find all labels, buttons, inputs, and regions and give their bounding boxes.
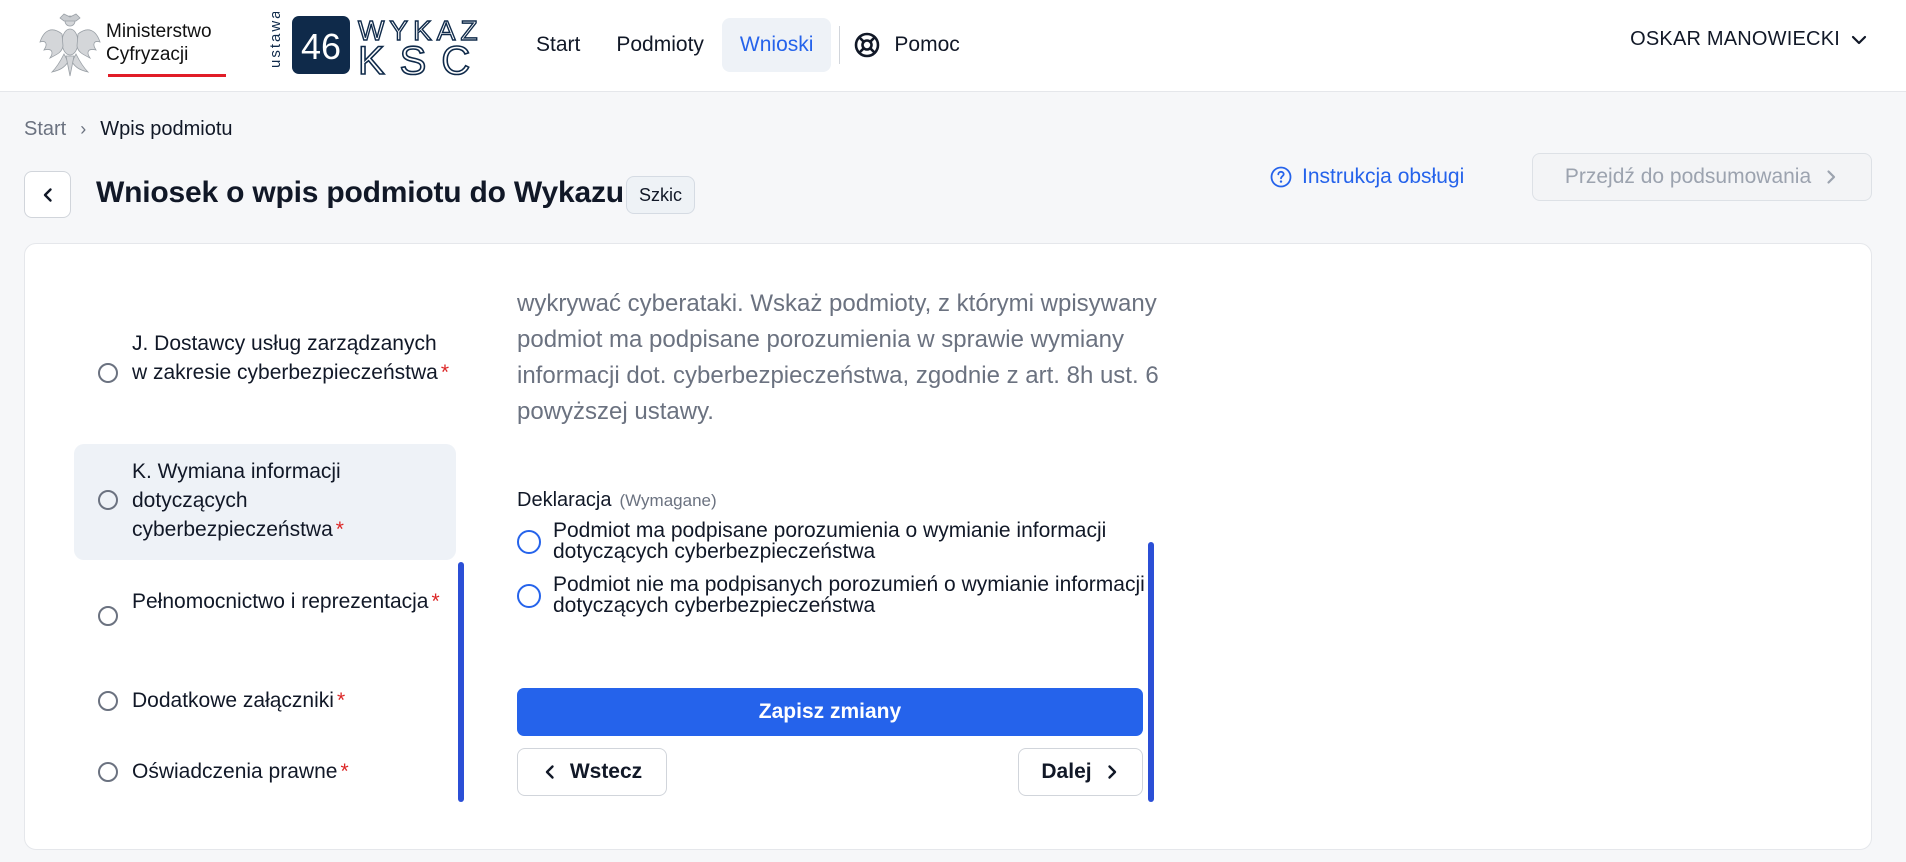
declaration-option-has-agreements[interactable]: Podmiot ma podpisane porozumienia o wymi… bbox=[517, 520, 1157, 562]
ministry-name-line2: Cyfryzacji bbox=[106, 44, 189, 65]
step-item-attachments[interactable]: Dodatkowe załączniki * bbox=[74, 686, 456, 716]
steps-scrollbar[interactable] bbox=[458, 562, 464, 802]
option-label: Podmiot ma podpisane porozumienia o wymi… bbox=[553, 519, 1107, 563]
step-item-k[interactable]: K. Wymiana informacji dotyczących cyberb… bbox=[74, 444, 456, 560]
step-status-radio bbox=[98, 490, 118, 510]
ksc-logo-vertical-text: ustawa bbox=[267, 12, 284, 68]
step-status-radio bbox=[98, 606, 118, 626]
step-status-radio bbox=[98, 691, 118, 711]
go-to-summary-button[interactable]: Przejdź do podsumowania bbox=[1532, 153, 1872, 201]
step-item-legal-statements[interactable]: Oświadczenia prawne * bbox=[74, 757, 456, 787]
step-label: Oświadczenia prawne * bbox=[132, 760, 349, 783]
chevron-left-icon bbox=[43, 187, 52, 202]
flag-stripe bbox=[108, 72, 226, 77]
breadcrumb: Start › Wpis podmiotu bbox=[24, 118, 233, 141]
chevron-down-icon bbox=[1851, 35, 1867, 44]
step-label: K. Wymiana informacji dotyczących cyberb… bbox=[132, 460, 344, 541]
wykaz-ksc-logo[interactable]: ustawa 46 WYKAZ KSC bbox=[264, 12, 504, 78]
lifebuoy-icon bbox=[855, 32, 880, 58]
instructions-link[interactable]: Instrukcja obsługi bbox=[1270, 162, 1464, 192]
ministry-logo[interactable]: Ministerstwo Cyfryzacji bbox=[38, 12, 228, 78]
ksc-logo-line2: KSC bbox=[358, 39, 485, 78]
step-status-radio bbox=[98, 762, 118, 782]
step-label: J. Dostawcy usług zarządzanych w zakresi… bbox=[132, 332, 449, 384]
nav-start[interactable]: Start bbox=[518, 18, 598, 72]
back-arrow-button[interactable] bbox=[24, 171, 71, 218]
step-item-power-of-attorney[interactable]: Pełnomocnictwo i reprezentacja * bbox=[74, 587, 456, 645]
breadcrumb-current: Wpis podmiotu bbox=[100, 118, 233, 140]
instructions-link-label: Instrukcja obsługi bbox=[1302, 165, 1465, 188]
step-label: Pełnomocnictwo i reprezentacja * bbox=[132, 590, 440, 613]
declaration-option-no-agreements[interactable]: Podmiot nie ma podpisanych porozumień o … bbox=[517, 574, 1157, 616]
option-label: Podmiot nie ma podpisanych porozumień o … bbox=[553, 573, 1145, 617]
user-name: OSKAR MANOWIECKI bbox=[1630, 28, 1840, 50]
page-title: Wniosek o wpis podmiotu do Wykazu bbox=[96, 176, 624, 209]
next-button-label: Dalej bbox=[1041, 760, 1092, 783]
top-navigation-bar: Ministerstwo Cyfryzacji ustawa 46 WYKAZ … bbox=[0, 0, 1906, 92]
eagle-emblem-icon bbox=[39, 13, 101, 77]
nav-help[interactable]: Pomoc bbox=[850, 18, 977, 72]
content-scrollbar[interactable] bbox=[1148, 542, 1154, 802]
nav-entities[interactable]: Podmioty bbox=[598, 18, 722, 72]
nav-divider bbox=[839, 26, 841, 64]
ministry-name: Ministerstwo Cyfryzacji bbox=[106, 20, 212, 66]
step-status-radio bbox=[98, 363, 118, 383]
next-button[interactable]: Dalej bbox=[1018, 748, 1143, 796]
previous-button-label: Wstecz bbox=[569, 760, 643, 783]
chevron-right-icon bbox=[1107, 765, 1116, 779]
go-to-summary-label: Przejdź do podsumowania bbox=[1564, 165, 1812, 188]
ksc-logo-number: 46 bbox=[301, 26, 341, 67]
chevron-right-icon bbox=[1827, 170, 1836, 184]
declaration-label: Deklaracja (Wymagane) bbox=[517, 489, 717, 512]
chevron-left-icon bbox=[545, 765, 554, 779]
ministry-name-line1: Ministerstwo bbox=[106, 21, 212, 42]
save-changes-button[interactable]: Zapisz zmiany bbox=[517, 688, 1143, 736]
main-nav: Start Podmioty Wnioski Pomoc bbox=[518, 18, 978, 72]
question-circle-icon bbox=[1270, 166, 1292, 188]
radio-button[interactable] bbox=[517, 530, 541, 554]
step-label: Dodatkowe załączniki * bbox=[132, 689, 346, 712]
breadcrumb-separator: › bbox=[80, 119, 87, 139]
step-item-j[interactable]: J. Dostawcy usług zarządzanych w zakresi… bbox=[74, 329, 456, 415]
breadcrumb-start[interactable]: Start bbox=[24, 118, 66, 141]
nav-applications[interactable]: Wnioski bbox=[721, 18, 832, 72]
previous-button[interactable]: Wstecz bbox=[517, 748, 667, 796]
radio-button[interactable] bbox=[517, 584, 541, 608]
status-badge: Szkic bbox=[626, 176, 696, 214]
declaration-title: Deklaracja bbox=[517, 489, 612, 511]
section-description: wykrywać cyberataki. Wskaż podmioty, z k… bbox=[517, 290, 1159, 425]
nav-help-label: Pomoc bbox=[894, 33, 960, 56]
declaration-required-hint: (Wymagane) bbox=[619, 491, 717, 510]
user-menu[interactable]: OSKAR MANOWIECKI bbox=[1630, 28, 1868, 51]
